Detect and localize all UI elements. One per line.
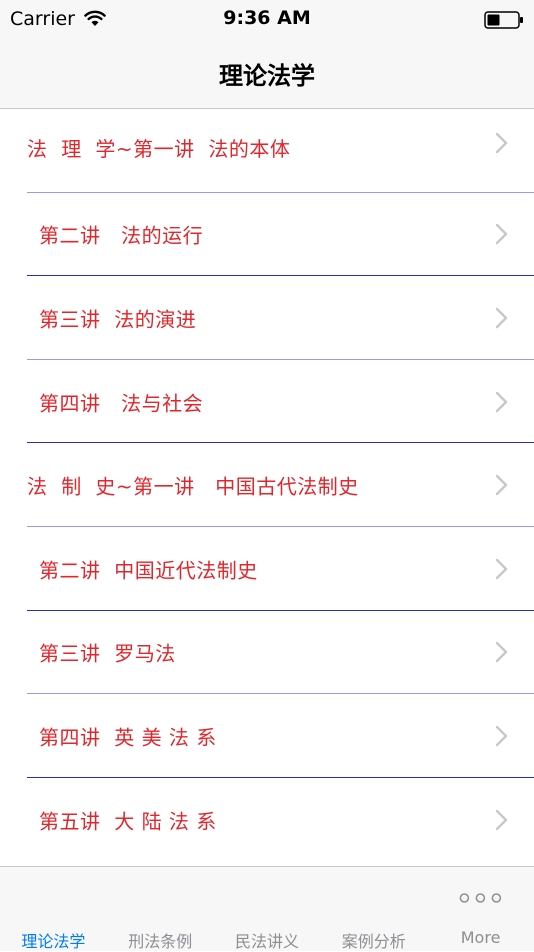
chevron-right-icon — [495, 558, 508, 579]
chevron-right-icon — [495, 642, 508, 663]
tab-label: 民法讲义 — [234, 932, 299, 951]
list-item-label: 第三讲 法的演进 — [39, 307, 197, 332]
list-item[interactable]: 第二讲 法的运行 — [0, 192, 534, 277]
list-item[interactable]: 第三讲 罗马法 — [0, 610, 534, 695]
list-item[interactable]: 第三讲 法的演进 — [0, 276, 534, 360]
list-item-label: 第五讲 大 陆 法 系 — [39, 809, 217, 834]
page-title: 理论法学 — [219, 62, 315, 90]
chevron-right-icon — [495, 132, 508, 154]
chevron-right-icon — [495, 224, 508, 245]
tab-label: 案例分析 — [341, 932, 406, 951]
tab-more[interactable]: More — [427, 867, 534, 951]
chevron-right-icon — [495, 809, 508, 830]
tab-label: 刑法条例 — [128, 932, 193, 951]
battery-icon — [484, 11, 523, 29]
list-item[interactable]: 第四讲 英 美 法 系 — [0, 694, 534, 778]
list-item-label: 第二讲 法的运行 — [39, 223, 204, 248]
navigation-bar: 理论法学 — [0, 40, 534, 109]
lecture-list: 法 理 学~第一讲 法的本体第二讲 法的运行 第三讲 法的演进 第四讲 法与社会法 … — [0, 109, 534, 862]
more-icon — [459, 893, 502, 903]
list-item[interactable]: 法 理 学~第一讲 法的本体 — [0, 109, 534, 193]
list-item-label: 第四讲 英 美 法 系 — [39, 725, 217, 750]
tab-bar: 理论法学 刑法条例 民法讲义 案例分析 More — [0, 866, 534, 951]
chevron-right-icon — [495, 474, 508, 496]
chevron-right-icon — [495, 725, 508, 747]
list-item[interactable]: 第四讲 法与社会 — [0, 359, 534, 444]
status-time: 9:36 AM — [223, 7, 311, 29]
tab-label: More — [460, 928, 501, 947]
status-bar: Carrier 9:36 AM — [0, 0, 534, 40]
list-item-label: 法 制 史~第一讲 中国古代法制史 — [27, 474, 359, 499]
tab-civil-law[interactable]: 民法讲义 — [214, 867, 321, 951]
chevron-right-icon — [495, 307, 508, 329]
tab-case-analysis[interactable]: 案例分析 — [320, 867, 427, 951]
list-item[interactable]: 法 制 史~第一讲 中国古代法制史 — [0, 443, 534, 527]
tab-theory-law[interactable]: 理论法学 — [0, 867, 107, 951]
list-item[interactable]: 第二讲 中国近代法制史 — [0, 526, 534, 611]
list-item-label: 第三讲 罗马法 — [39, 641, 176, 666]
tab-criminal-law[interactable]: 刑法条例 — [107, 867, 214, 951]
chevron-right-icon — [495, 391, 508, 412]
list-item-label: 法 理 学~第一讲 法的本体 — [27, 137, 291, 161]
list-item[interactable]: 第五讲 大 陆 法 系 — [0, 777, 534, 862]
list-item-label: 第四讲 法与社会 — [39, 391, 204, 416]
tab-label: 理论法学 — [21, 932, 86, 951]
list-item-label: 第二讲 中国近代法制史 — [39, 558, 258, 583]
